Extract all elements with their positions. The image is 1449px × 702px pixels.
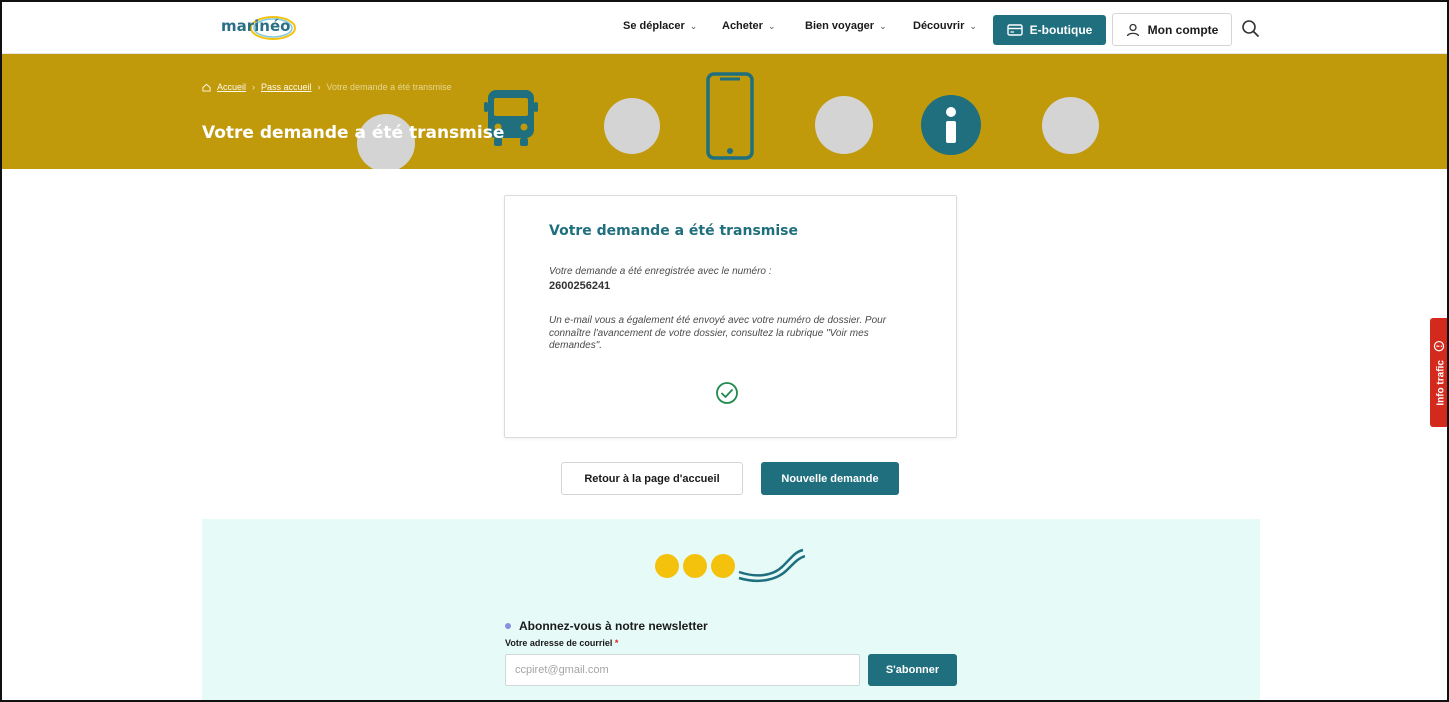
breadcrumb-home-link[interactable]: Accueil [217,82,246,92]
nav-label: Bien voyager [805,20,875,32]
decorative-circle [815,96,873,154]
check-circle-icon [716,382,738,404]
brand-dots-wave-icon [655,548,805,582]
required-mark: * [614,638,619,648]
marineo-logo[interactable]: marinéo [215,12,305,40]
chevron-down-icon: ⌄ [879,20,887,31]
info-icon [921,95,981,155]
nav-bien-voyager[interactable]: Bien voyager ⌄ [805,20,887,32]
card-title: Votre demande a été transmise [549,223,798,239]
email-field[interactable] [505,654,860,686]
account-button[interactable]: Mon compte [1112,13,1232,46]
site-header: marinéo Se déplacer ⌄ Acheter ⌄ Bien voy… [2,2,1447,54]
info-trafic-text: Info trafic [1435,359,1446,406]
decorative-circle [604,98,660,154]
nav-label: Se déplacer [623,20,685,32]
nav-se-deplacer[interactable]: Se déplacer ⌄ [623,20,697,32]
chevron-down-icon: ⌄ [969,20,977,31]
card-intro-text: Votre demande a été enregistrée avec le … [549,266,772,277]
hero-banner: Accueil › Pass accueil › Votre demande a… [2,54,1447,169]
request-number: 2600256241 [549,280,611,292]
breadcrumb-separator: › [252,82,256,92]
newsletter-section: Abonnez-vous à notre newsletter Votre ad… [202,519,1260,700]
nav-label: Acheter [722,20,763,32]
breadcrumb-parent-link[interactable]: Pass accueil [261,82,312,92]
user-icon [1126,23,1139,36]
page-title: Votre demande a été transmise [202,123,505,143]
newsletter-heading: Abonnez-vous à notre newsletter [505,619,708,633]
email-label: Votre adresse de courriel * [505,638,618,648]
search-icon[interactable] [1239,17,1263,41]
eboutique-label: E-boutique [1029,23,1093,37]
info-trafic-tab[interactable]: Info trafic [1430,318,1447,427]
chevron-down-icon: ⌄ [767,20,776,31]
bullet-dot-icon [505,623,511,629]
nav-acheter[interactable]: Acheter ⌄ [722,20,776,32]
subscribe-button[interactable]: S'abonner [868,654,957,686]
alert-circle-icon [1433,340,1444,351]
decorative-circle [1042,97,1099,154]
newsletter-heading-text: Abonnez-vous à notre newsletter [519,619,708,633]
email-label-text: Votre adresse de courriel [505,638,613,648]
confirmation-card: Votre demande a été transmise Votre dema… [504,195,957,438]
home-icon [202,83,211,92]
account-label: Mon compte [1147,22,1219,37]
card-info-text: Un e-mail vous a également été envoyé av… [549,315,887,351]
new-request-button[interactable]: Nouvelle demande [761,462,899,495]
phone-icon [706,72,754,160]
nav-decouvrir[interactable]: Découvrir ⌄ [913,20,977,32]
breadcrumb: Accueil › Pass accueil › Votre demande a… [202,82,452,92]
eboutique-button[interactable]: E-boutique [993,15,1106,45]
back-home-button[interactable]: Retour à la page d'accueil [561,462,743,495]
nav-label: Découvrir [913,20,965,32]
info-trafic-label: Info trafic [1433,340,1446,405]
card-icon [1006,24,1023,36]
page-frame: marinéo Se déplacer ⌄ Acheter ⌄ Bien voy… [0,0,1449,702]
chevron-down-icon: ⌄ [689,20,698,31]
breadcrumb-current: Votre demande a été transmise [326,82,452,92]
breadcrumb-separator: › [317,82,321,92]
